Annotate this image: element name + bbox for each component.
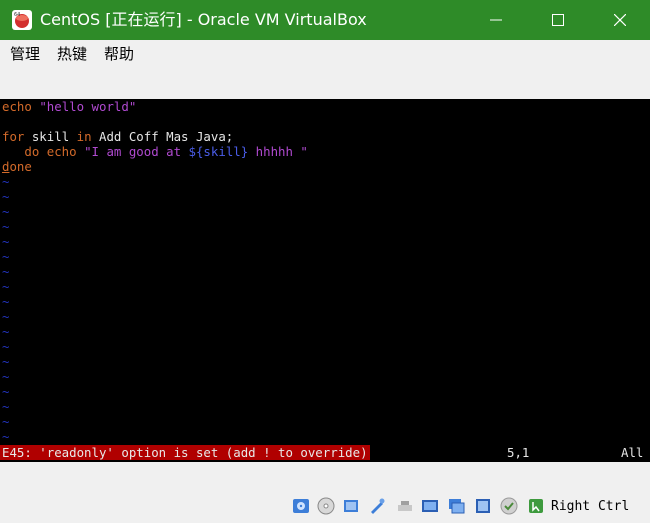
- vim-cursor-position: 5,1: [507, 445, 530, 460]
- empty-line-marker: ~: [2, 324, 10, 339]
- empty-line-marker: ~: [2, 174, 10, 189]
- menu-manage[interactable]: 管理: [10, 44, 40, 64]
- empty-line-marker: ~: [2, 429, 10, 444]
- empty-line-marker: ~: [2, 219, 10, 234]
- toolbar-area: [0, 68, 650, 99]
- host-key-label: Right Ctrl: [551, 499, 630, 514]
- empty-line-marker: ~: [2, 189, 10, 204]
- hard-disk-icon[interactable]: [292, 497, 310, 515]
- editor-token: Add Coff Mas Java;: [91, 129, 234, 144]
- optical-drive-icon[interactable]: [317, 497, 335, 515]
- empty-line-marker: ~: [2, 339, 10, 354]
- menu-help[interactable]: 帮助: [104, 44, 134, 64]
- empty-line-marker: ~: [2, 369, 10, 384]
- editor-line: echo "hello world": [2, 99, 136, 114]
- editor-token: ${skill}: [188, 144, 249, 159]
- cpu-icon[interactable]: [500, 497, 518, 515]
- editor-token: echo: [46, 144, 77, 159]
- virtualbox-window: 64 CentOS [正在运行] - Oracle VM VirtualBox …: [0, 0, 650, 523]
- empty-line-marker: ~: [2, 399, 10, 414]
- empty-line-marker: ~: [2, 204, 10, 219]
- editor-token: "hello world": [39, 99, 137, 114]
- empty-line-marker: ~: [2, 414, 10, 429]
- empty-line-marker: ~: [2, 294, 10, 309]
- shared-folders-icon[interactable]: [421, 497, 439, 515]
- title-bar[interactable]: 64 CentOS [正在运行] - Oracle VM VirtualBox: [0, 0, 650, 40]
- empty-line-marker: ~: [2, 384, 10, 399]
- minimize-icon: [490, 19, 502, 21]
- empty-line-marker: ~: [2, 249, 10, 264]
- vm-display[interactable]: E45: 'readonly' option is set (add ! to …: [0, 99, 650, 462]
- mouse-integration-icon[interactable]: [527, 497, 545, 515]
- editor-line: for skill in Add Coff Mas Java;: [2, 129, 233, 144]
- editor-token: in: [76, 129, 92, 144]
- empty-line-marker: ~: [2, 234, 10, 249]
- audio-icon[interactable]: [342, 497, 360, 515]
- usb-icon[interactable]: [396, 497, 414, 515]
- editor-line: done: [2, 159, 32, 174]
- close-button[interactable]: [597, 0, 643, 40]
- editor-token: hhhhh ": [248, 144, 308, 159]
- editor-token: for: [2, 129, 25, 144]
- empty-line-marker: ~: [2, 354, 10, 369]
- maximize-button[interactable]: [535, 0, 581, 40]
- display-icon[interactable]: [447, 497, 465, 515]
- window-title: CentOS [正在运行] - Oracle VM VirtualBox: [40, 10, 367, 29]
- vim-scroll-position: All: [621, 445, 644, 460]
- empty-line-marker: ~: [2, 279, 10, 294]
- minimize-button[interactable]: [473, 0, 519, 40]
- maximize-icon: [552, 14, 564, 26]
- empty-line-marker: ~: [2, 264, 10, 279]
- video-capture-icon[interactable]: [474, 497, 492, 515]
- network-icon[interactable]: [368, 497, 386, 515]
- editor-line: do echo "I am good at ${skill} hhhhh ": [2, 144, 308, 159]
- editor-token: "I am good at: [76, 144, 189, 159]
- editor-token: one: [9, 159, 32, 174]
- menu-bar: 管理 热键 帮助: [0, 40, 650, 68]
- menu-hotkeys[interactable]: 热键: [57, 44, 87, 64]
- empty-line-marker: ~: [2, 309, 10, 324]
- close-icon: [614, 14, 626, 26]
- vim-error-message: E45: 'readonly' option is set (add ! to …: [0, 445, 370, 460]
- svg-text:64: 64: [14, 12, 20, 18]
- editor-token: echo: [2, 99, 40, 114]
- virtualbox-app-icon: 64: [12, 10, 32, 30]
- editor-token: do: [2, 144, 47, 159]
- editor-token: skill: [24, 129, 77, 144]
